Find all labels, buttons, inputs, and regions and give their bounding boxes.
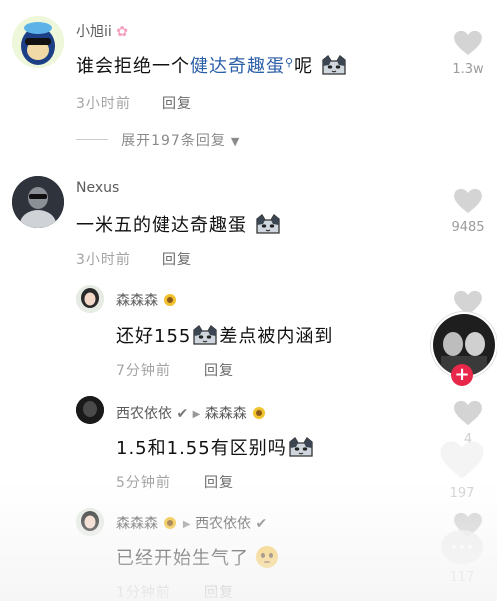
check-icon: ✔ — [255, 516, 268, 532]
reply-username[interactable]: 森森森 — [116, 290, 178, 310]
reply-username[interactable]: 森森森 ▶ 西农依依 ✔ — [116, 513, 267, 533]
follow-button[interactable]: + — [451, 364, 473, 386]
heart-icon — [453, 188, 483, 214]
like-count: 9485 — [451, 220, 485, 235]
expand-label: 展开197条回复 — [121, 133, 226, 149]
expand-replies[interactable]: 展开197条回复 ▼ — [76, 130, 239, 150]
comment-username[interactable]: 小旭ii ✿ — [76, 21, 128, 41]
reply-to-username[interactable]: 森森森 — [205, 406, 247, 422]
like-button[interactable]: 9485 — [446, 188, 490, 235]
avatar[interactable] — [76, 508, 104, 536]
reply-button[interactable]: 回复 — [204, 472, 234, 492]
caret-down-icon: ▼ — [230, 135, 240, 148]
cat-sticker-icon — [287, 436, 315, 458]
reply-button[interactable]: 回复 — [162, 249, 192, 269]
heart-icon — [453, 30, 483, 56]
cat-sticker-icon — [320, 54, 348, 76]
avatar[interactable] — [76, 285, 104, 313]
avatar[interactable] — [12, 176, 64, 228]
reply-time: 7分钟前 — [116, 363, 171, 379]
reply-to-username[interactable]: 西农依依 — [195, 516, 251, 532]
bottom-fade — [0, 481, 497, 601]
search-link[interactable]: 健达奇趣蛋 — [190, 56, 285, 77]
dark-avatar-icon — [76, 396, 104, 424]
reply-text: 1.5和1.55有区别吗 — [116, 434, 315, 460]
cat-sticker-icon — [254, 213, 282, 235]
comment-text: 谁会拒绝一个健达奇趣蛋⚲呢 — [76, 52, 348, 78]
sunflower-icon — [162, 515, 178, 531]
reply-time: 5分钟前 — [116, 475, 171, 491]
pleading-face-icon — [255, 546, 278, 568]
video-comment-button[interactable]: 117 — [438, 530, 486, 585]
girl-avatar-icon — [76, 508, 104, 536]
comment-time: 3小时前 — [76, 252, 131, 268]
girl-avatar-icon — [76, 285, 104, 313]
reply-button[interactable]: 回复 — [204, 582, 234, 602]
comment-bubble-icon — [441, 530, 483, 564]
search-icon: ⚲ — [285, 56, 295, 69]
cat-sticker-icon — [191, 324, 219, 346]
comment-text: 一米五的健达奇趣蛋 — [76, 211, 282, 237]
reply-button[interactable]: 回复 — [204, 360, 234, 380]
check-icon: ✔ — [176, 406, 189, 422]
ape-avatar-icon — [12, 16, 64, 68]
reply-text: 已经开始生气了 — [116, 544, 278, 570]
comment-time: 3小时前 — [76, 96, 131, 112]
like-button[interactable]: 1.3w — [446, 30, 490, 77]
heart-icon — [453, 400, 483, 426]
heart-icon — [440, 441, 484, 479]
reply-button[interactable]: 回复 — [162, 93, 192, 113]
video-like-button[interactable]: 197 — [438, 440, 486, 501]
comment-username[interactable]: Nexus — [76, 180, 119, 196]
avatar[interactable] — [76, 396, 104, 424]
sunflower-icon — [251, 405, 267, 421]
arrow-right-icon: ▶ — [182, 519, 191, 530]
arrow-right-icon: ▶ — [192, 409, 201, 420]
video-like-count: 197 — [449, 486, 475, 501]
plus-icon: + — [454, 364, 470, 385]
reply-time: 1分钟前 — [116, 585, 171, 601]
like-count: 1.3w — [452, 62, 484, 77]
flower-icon: ✿ — [116, 24, 128, 40]
avatar[interactable] — [12, 16, 64, 68]
reply-text: 还好155 差点被内涵到 — [116, 324, 334, 347]
person-avatar-icon — [12, 176, 64, 228]
video-comment-count: 117 — [449, 570, 475, 585]
divider-line — [76, 139, 108, 140]
reply-username[interactable]: 西农依依 ✔ ▶ 森森森 — [116, 403, 267, 423]
sunflower-icon — [162, 292, 178, 308]
